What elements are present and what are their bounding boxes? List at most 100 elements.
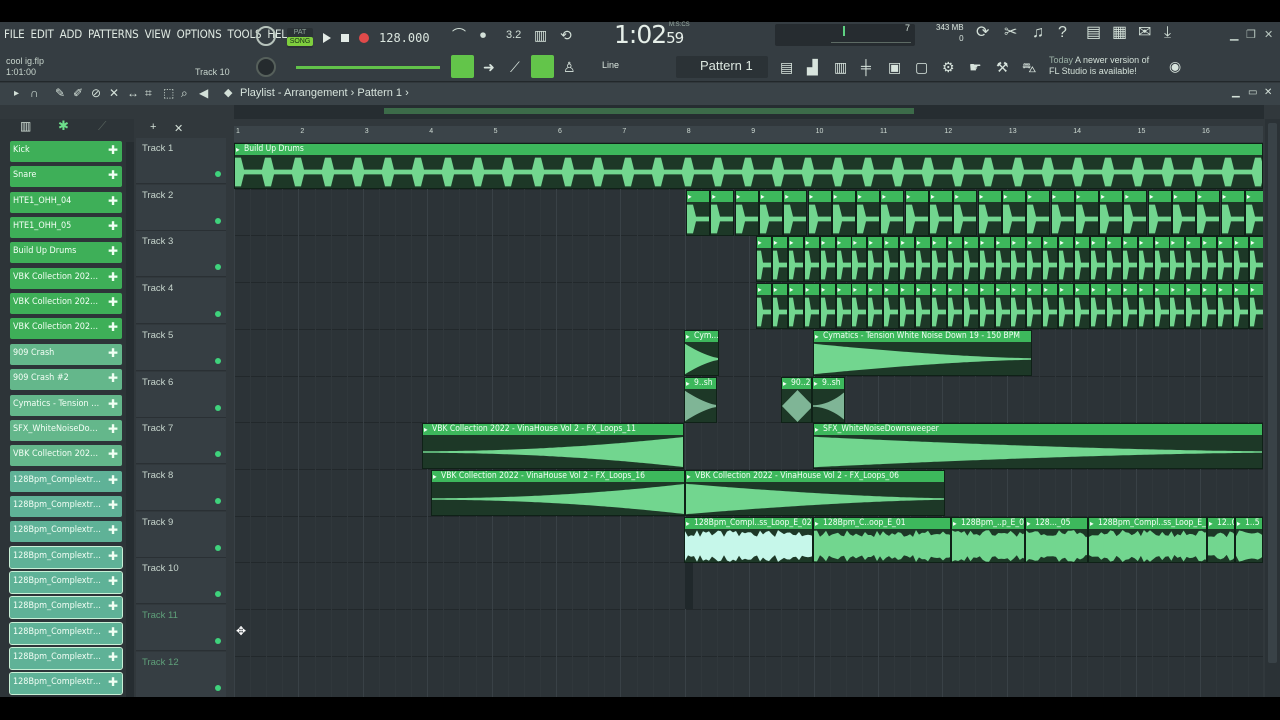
clip-track-2[interactable] <box>734 189 759 236</box>
clip-track-5[interactable]: Cymatics - Tension White Noise Down 19 -… <box>813 329 1032 376</box>
clip-track-4[interactable] <box>1089 283 1106 330</box>
clip-track-4[interactable] <box>787 283 804 330</box>
clip-track-4[interactable] <box>803 283 820 330</box>
clip-track-4[interactable] <box>994 283 1011 330</box>
clip-track-4[interactable] <box>883 283 900 330</box>
clip-track-3[interactable] <box>1058 236 1075 283</box>
channel-add-icon[interactable]: ✚ <box>108 422 118 436</box>
ruler-bar-4[interactable]: 4 <box>429 128 433 135</box>
channel-add-icon[interactable]: ✚ <box>108 397 118 411</box>
track-header-8[interactable]: Track 8 <box>136 464 226 511</box>
clip-track-3[interactable] <box>756 236 772 283</box>
close-icon[interactable]: ✕ <box>1264 28 1273 41</box>
clip-track-4[interactable] <box>835 283 852 330</box>
playlist-menu-arrow-icon[interactable]: ▸ <box>14 87 19 101</box>
delete-icon[interactable]: ⊘ <box>91 86 101 100</box>
ruler-bar-7[interactable]: 7 <box>622 128 626 135</box>
brush-icon[interactable]: ⟋ <box>510 59 520 76</box>
track-mute-led[interactable] <box>215 497 221 504</box>
clip-track-3[interactable] <box>1153 236 1170 283</box>
track-header-1[interactable]: Track 1 <box>136 138 226 184</box>
clip-track-2[interactable] <box>1172 189 1196 236</box>
zoom-icon[interactable]: ⌕ <box>181 86 188 100</box>
clip-track-2[interactable] <box>1123 189 1148 236</box>
scissors-icon[interactable]: ✂ <box>1004 25 1017 41</box>
clip-track-2[interactable] <box>686 189 710 236</box>
channel-9[interactable]: 909 Crash #2 ✚ <box>10 369 122 391</box>
clip-track-4[interactable] <box>1248 283 1263 330</box>
clip-track-3[interactable] <box>915 236 931 283</box>
master-volume-knob[interactable] <box>256 26 276 46</box>
clip-track-8[interactable]: VBK Collection 2022 - VinaHouse Vol 2 - … <box>685 469 945 516</box>
clip-track-4[interactable] <box>1233 283 1249 330</box>
minimize-icon[interactable]: ▁ <box>1230 28 1238 41</box>
clip-track-3[interactable] <box>835 236 852 283</box>
clip-track-4[interactable] <box>1185 283 1202 330</box>
metronome-icon[interactable]: ⌒ <box>452 28 466 42</box>
clip-track-3[interactable] <box>994 236 1011 283</box>
ruler-bar-2[interactable]: 2 <box>300 128 304 135</box>
tempo-display[interactable]: 128.000 <box>379 31 430 45</box>
clip-track-3[interactable] <box>1042 236 1059 283</box>
clip-track-8[interactable]: VBK Collection 2022 - VinaHouse Vol 2 - … <box>431 469 685 516</box>
clip-track-4[interactable] <box>819 283 836 330</box>
select-icon[interactable]: ⬚ <box>163 86 174 100</box>
clip-track-9[interactable]: 128Bpm_..p_E_03 <box>951 516 1025 563</box>
channel-scrollbar[interactable] <box>126 142 134 697</box>
clip-track-6[interactable]: 9..sh <box>812 376 845 423</box>
clip-track-3[interactable] <box>1185 236 1202 283</box>
channel-rack-icon[interactable]: ▥ <box>834 59 847 76</box>
clip-track-3[interactable] <box>930 236 947 283</box>
arrow-right-icon[interactable]: ➜ <box>483 59 495 76</box>
menu-edit[interactable]: EDIT <box>31 27 54 41</box>
ruler-bar-10[interactable]: 10 <box>816 128 824 135</box>
clip-track-7[interactable]: SFX_WhiteNoiseDownsweeper <box>813 423 1263 470</box>
pattern-selector[interactable]: Pattern 1 <box>676 56 768 78</box>
ruler-bar-13[interactable]: 13 <box>1009 128 1017 135</box>
channel-6[interactable]: VBK Collection 2022 - ... ✚ <box>10 293 122 315</box>
clip-track-4[interactable] <box>946 283 963 330</box>
wait-input-icon[interactable]: ⏺ <box>480 28 486 42</box>
snap-selector[interactable]: Line <box>588 58 658 76</box>
clip-track-4[interactable] <box>1026 283 1043 330</box>
news-panel[interactable]: Today A newer version of FL Studio is av… <box>1049 55 1149 77</box>
clip-track-2[interactable] <box>1026 189 1051 236</box>
remove-track-icon[interactable]: ✕ <box>174 122 183 136</box>
channel-add-icon[interactable]: ✚ <box>108 270 118 284</box>
channel-21[interactable]: 128Bpm_Complextro... ✚ <box>9 672 123 696</box>
clip-track-1[interactable]: Build Up Drums <box>234 143 1263 189</box>
clip-track-2[interactable] <box>880 189 905 236</box>
clip-track-4[interactable] <box>1153 283 1170 330</box>
channel-add-icon[interactable]: ✚ <box>108 244 118 258</box>
track-header-12[interactable]: Track 12 <box>136 651 226 698</box>
clip-track-4[interactable] <box>915 283 931 330</box>
clip-track-3[interactable] <box>851 236 868 283</box>
ruler-bar-6[interactable]: 6 <box>558 128 562 135</box>
pattern-picker-icon[interactable]: ◆ <box>224 86 232 100</box>
plugin-picker-icon[interactable]: ▢ <box>915 59 928 76</box>
clip-track-4[interactable] <box>1042 283 1059 330</box>
clip-track-2[interactable] <box>1074 189 1099 236</box>
channel-5[interactable]: VBK Collection 2022 - ... ✚ <box>10 267 122 289</box>
overview-thumb[interactable] <box>384 108 914 114</box>
channel-add-icon[interactable]: ✚ <box>108 523 118 537</box>
countdown-icon[interactable]: 3.2 <box>506 28 521 42</box>
clip-track-2[interactable] <box>1196 189 1221 236</box>
clip-track-2[interactable] <box>1050 189 1075 236</box>
channel-15[interactable]: 128Bpm_Complextro... ✚ <box>10 521 122 543</box>
clip-track-2[interactable] <box>953 189 978 236</box>
clip-track-4[interactable] <box>1105 283 1122 330</box>
clip-track-2[interactable] <box>1099 189 1124 236</box>
playback-icon[interactable]: ◀ <box>199 86 208 100</box>
clip-track-4[interactable] <box>1010 283 1027 330</box>
track-mute-led[interactable] <box>215 264 221 271</box>
track-header-6[interactable]: Track 6 <box>136 371 226 418</box>
clip-track-4[interactable] <box>756 283 772 330</box>
loop-record-icon[interactable]: ⟲ <box>560 28 572 42</box>
clip-track-2[interactable] <box>977 189 1002 236</box>
clip-track-4[interactable] <box>1137 283 1154 330</box>
clip-track-3[interactable] <box>1026 236 1043 283</box>
clip-track-3[interactable] <box>1010 236 1027 283</box>
clip-track-3[interactable] <box>803 236 820 283</box>
track-mute-led[interactable] <box>215 684 221 691</box>
